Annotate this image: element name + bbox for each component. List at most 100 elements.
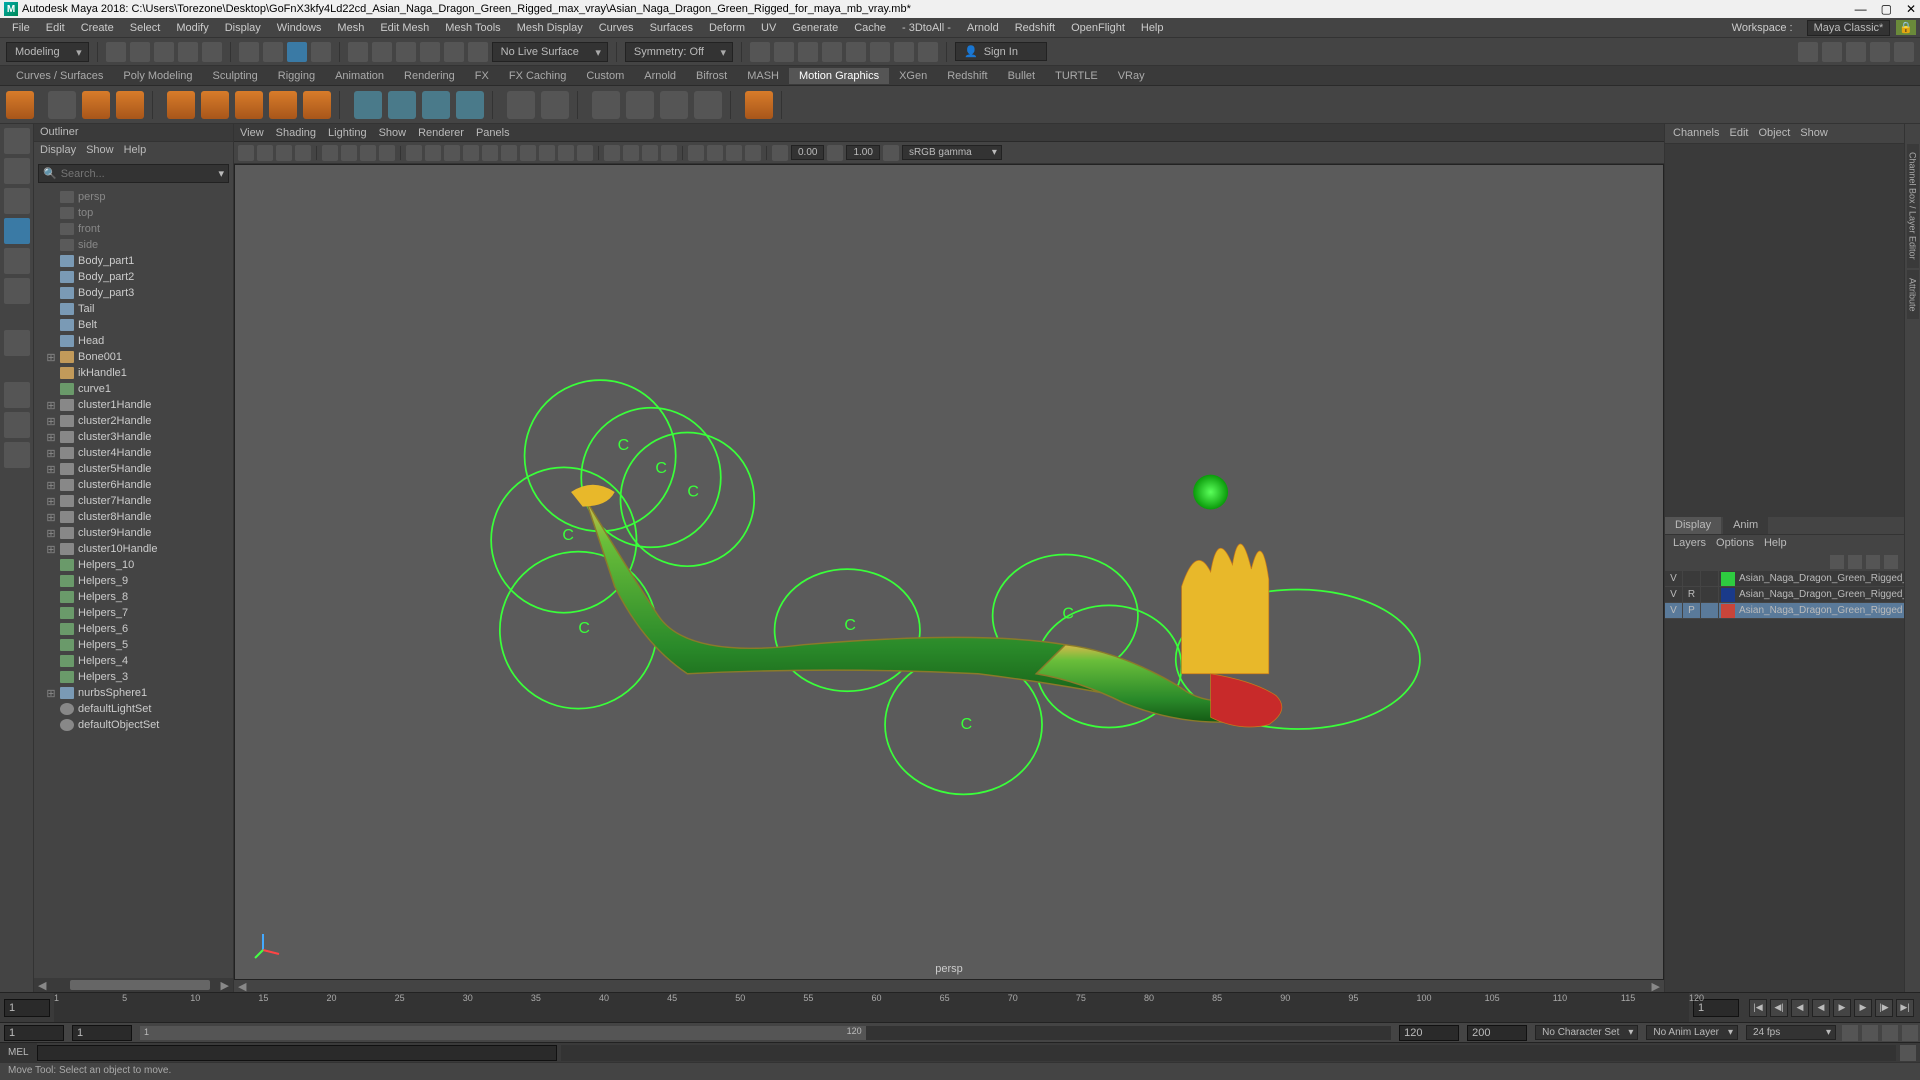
shelf-tab[interactable]: Motion Graphics bbox=[789, 68, 889, 84]
shelf-tab[interactable]: Poly Modeling bbox=[113, 68, 202, 84]
close-button[interactable]: ✕ bbox=[1906, 2, 1916, 16]
snap-plane-icon[interactable] bbox=[420, 42, 440, 62]
outliner-tree[interactable]: persptopfrontsideBody_part1Body_part2Bod… bbox=[34, 187, 233, 978]
snap-live-icon[interactable] bbox=[468, 42, 488, 62]
vp-icon[interactable] bbox=[642, 145, 658, 161]
viewport-menu[interactable]: Shading bbox=[276, 127, 316, 139]
command-input[interactable] bbox=[37, 1045, 557, 1061]
panel-layout-icon[interactable] bbox=[1846, 42, 1866, 62]
outliner-item[interactable]: side bbox=[34, 237, 233, 253]
live-surface-dropdown[interactable]: No Live Surface bbox=[492, 42, 608, 62]
shelf-tab[interactable]: FX bbox=[465, 68, 499, 84]
prefs-icon[interactable] bbox=[1902, 1025, 1918, 1041]
pause-icon[interactable] bbox=[918, 42, 938, 62]
colorspace-dropdown[interactable]: sRGB gamma bbox=[902, 145, 1002, 160]
vp-icon[interactable] bbox=[539, 145, 555, 161]
outliner-item[interactable]: front bbox=[34, 221, 233, 237]
outliner-item[interactable]: Head bbox=[34, 333, 233, 349]
snap-curve-icon[interactable] bbox=[372, 42, 392, 62]
vp-icon[interactable] bbox=[444, 145, 460, 161]
autokey-icon[interactable] bbox=[1842, 1025, 1858, 1041]
shelf-icon[interactable] bbox=[660, 91, 688, 119]
menu-item[interactable]: Help bbox=[1133, 22, 1172, 34]
step-back-button[interactable]: ◀ bbox=[1791, 999, 1809, 1017]
layer-tool-icon[interactable] bbox=[1884, 555, 1898, 569]
search-input[interactable] bbox=[61, 168, 219, 180]
shelf-tab[interactable]: Curves / Surfaces bbox=[6, 68, 113, 84]
minimize-button[interactable]: — bbox=[1855, 2, 1867, 16]
outliner-item[interactable]: Helpers_10 bbox=[34, 557, 233, 573]
shelf-tab[interactable]: Animation bbox=[325, 68, 394, 84]
render-settings-icon[interactable] bbox=[822, 42, 842, 62]
single-perspective-layout[interactable] bbox=[4, 382, 30, 408]
outliner-item[interactable]: defaultObjectSet bbox=[34, 717, 233, 733]
menu-item[interactable]: Display bbox=[217, 22, 269, 34]
scale-tool[interactable] bbox=[4, 278, 30, 304]
outliner-item[interactable]: ⊞cluster2Handle bbox=[34, 413, 233, 429]
select-mode-icon[interactable] bbox=[239, 42, 259, 62]
shelf-icon[interactable] bbox=[303, 91, 331, 119]
viewport-menu[interactable]: Show bbox=[379, 127, 407, 139]
shelf-tab[interactable]: Rendering bbox=[394, 68, 465, 84]
vp-icon[interactable] bbox=[238, 145, 254, 161]
vp-icon[interactable] bbox=[688, 145, 704, 161]
select-object-icon[interactable] bbox=[287, 42, 307, 62]
step-back-key-button[interactable]: ◀| bbox=[1770, 999, 1788, 1017]
outliner-item[interactable]: ⊞Bone001 bbox=[34, 349, 233, 365]
shelf-icon[interactable] bbox=[507, 91, 535, 119]
shelf-tab[interactable]: Redshift bbox=[937, 68, 997, 84]
layers-menu[interactable]: Layers bbox=[1673, 537, 1706, 551]
layers-menu[interactable]: Help bbox=[1764, 537, 1787, 551]
vp-icon[interactable] bbox=[623, 145, 639, 161]
select-tool[interactable] bbox=[4, 128, 30, 154]
symmetry-dropdown[interactable]: Symmetry: Off bbox=[625, 42, 733, 62]
outliner-item[interactable]: ⊞cluster10Handle bbox=[34, 541, 233, 557]
exposure-field[interactable]: 0.00 bbox=[791, 145, 824, 160]
shelf-icon[interactable] bbox=[167, 91, 195, 119]
vp-icon[interactable] bbox=[577, 145, 593, 161]
menu-item[interactable]: Edit Mesh bbox=[372, 22, 437, 34]
shelf-icon[interactable] bbox=[456, 91, 484, 119]
outliner-menu[interactable]: Display bbox=[40, 144, 76, 158]
layer-tab[interactable]: Anim bbox=[1723, 517, 1768, 534]
outliner-item[interactable]: ⊞cluster9Handle bbox=[34, 525, 233, 541]
vp-icon[interactable] bbox=[276, 145, 292, 161]
vp-icon[interactable] bbox=[745, 145, 761, 161]
menu-item[interactable]: Deform bbox=[701, 22, 753, 34]
menu-item[interactable]: Mesh Tools bbox=[437, 22, 508, 34]
vp-icon[interactable] bbox=[425, 145, 441, 161]
outliner-item[interactable]: ⊞cluster6Handle bbox=[34, 477, 233, 493]
outliner-item[interactable]: top bbox=[34, 205, 233, 221]
layer-tool-icon[interactable] bbox=[1866, 555, 1880, 569]
panel-layout-icon[interactable] bbox=[1870, 42, 1890, 62]
gamma-icon[interactable] bbox=[827, 145, 843, 161]
menu-item[interactable]: Cache bbox=[846, 22, 894, 34]
menu-item[interactable]: Create bbox=[73, 22, 122, 34]
outliner-item[interactable]: Helpers_4 bbox=[34, 653, 233, 669]
menu-item[interactable]: OpenFlight bbox=[1063, 22, 1133, 34]
ipr-icon[interactable] bbox=[798, 42, 818, 62]
exposure-icon[interactable] bbox=[772, 145, 788, 161]
outliner-item[interactable]: Helpers_3 bbox=[34, 669, 233, 685]
menu-item[interactable]: Edit bbox=[38, 22, 73, 34]
last-tool[interactable] bbox=[4, 330, 30, 356]
vp-icon[interactable] bbox=[322, 145, 338, 161]
viewport-menu[interactable]: Renderer bbox=[418, 127, 464, 139]
menu-item[interactable]: Modify bbox=[168, 22, 216, 34]
shelf-icon[interactable] bbox=[201, 91, 229, 119]
outliner-menu[interactable]: Help bbox=[124, 144, 147, 158]
menu-item[interactable]: Generate bbox=[784, 22, 846, 34]
panel-layout-icon[interactable] bbox=[1822, 42, 1842, 62]
shelf-icon[interactable] bbox=[6, 91, 34, 119]
menu-item[interactable]: Mesh bbox=[329, 22, 372, 34]
step-forward-button[interactable]: ▶ bbox=[1854, 999, 1872, 1017]
shelf-tab[interactable]: Bifrost bbox=[686, 68, 737, 84]
channelbox-menu[interactable]: Channels bbox=[1673, 127, 1719, 140]
menu-item[interactable]: Mesh Display bbox=[509, 22, 591, 34]
fps-dropdown[interactable]: 24 fps bbox=[1746, 1025, 1836, 1040]
shelf-tab[interactable]: Sculpting bbox=[203, 68, 268, 84]
menu-item[interactable]: Surfaces bbox=[642, 22, 701, 34]
go-to-start-button[interactable]: |◀ bbox=[1749, 999, 1767, 1017]
light-icon[interactable] bbox=[894, 42, 914, 62]
outliner-item[interactable]: Body_part1 bbox=[34, 253, 233, 269]
